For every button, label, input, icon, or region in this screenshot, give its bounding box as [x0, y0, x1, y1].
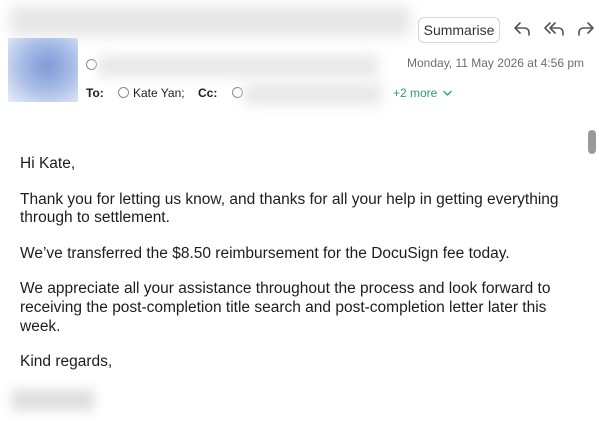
more-recipients-label: +2 more	[393, 86, 438, 100]
body-paragraph-1: Thank you for letting us know, and thank…	[20, 190, 559, 227]
chevron-down-icon	[443, 90, 452, 96]
closing: Kind regards,	[20, 353, 113, 371]
body-paragraph-3: We appreciate all your assistance throug…	[20, 280, 551, 335]
more-recipients-link[interactable]: +2 more	[393, 86, 452, 100]
reply-icon[interactable]	[511, 19, 533, 39]
sender-avatar[interactable]	[8, 38, 78, 102]
redacted-cc-recipient[interactable]	[244, 83, 382, 105]
reply-all-icon[interactable]	[543, 19, 567, 39]
cc-label: Cc:	[198, 86, 218, 100]
greeting: Hi Kate,	[20, 155, 76, 172]
redacted-signature	[12, 390, 94, 410]
sent-date: Monday, 11 May 2026 at 4:56 pm	[407, 56, 584, 70]
cc-status-icon	[232, 87, 243, 98]
body-paragraph-2: We’ve transferred the $8.50 reimbursemen…	[20, 244, 510, 262]
recipient-status-icon	[118, 87, 129, 98]
to-label: To:	[86, 86, 104, 100]
message-body: Hi Kate, Thank you for letting us know, …	[20, 155, 585, 389]
sender-status-icon	[86, 59, 97, 70]
to-recipient[interactable]: Kate Yan;	[133, 86, 185, 100]
message-header: Summarise Monday, 11 May 2026 at 4:56 pm…	[0, 0, 599, 110]
forward-icon[interactable]	[575, 19, 597, 39]
summarise-button[interactable]: Summarise	[418, 17, 500, 43]
redacted-subject	[10, 6, 410, 36]
redacted-sender[interactable]	[98, 55, 378, 77]
scrollbar-thumb[interactable]	[588, 130, 596, 154]
